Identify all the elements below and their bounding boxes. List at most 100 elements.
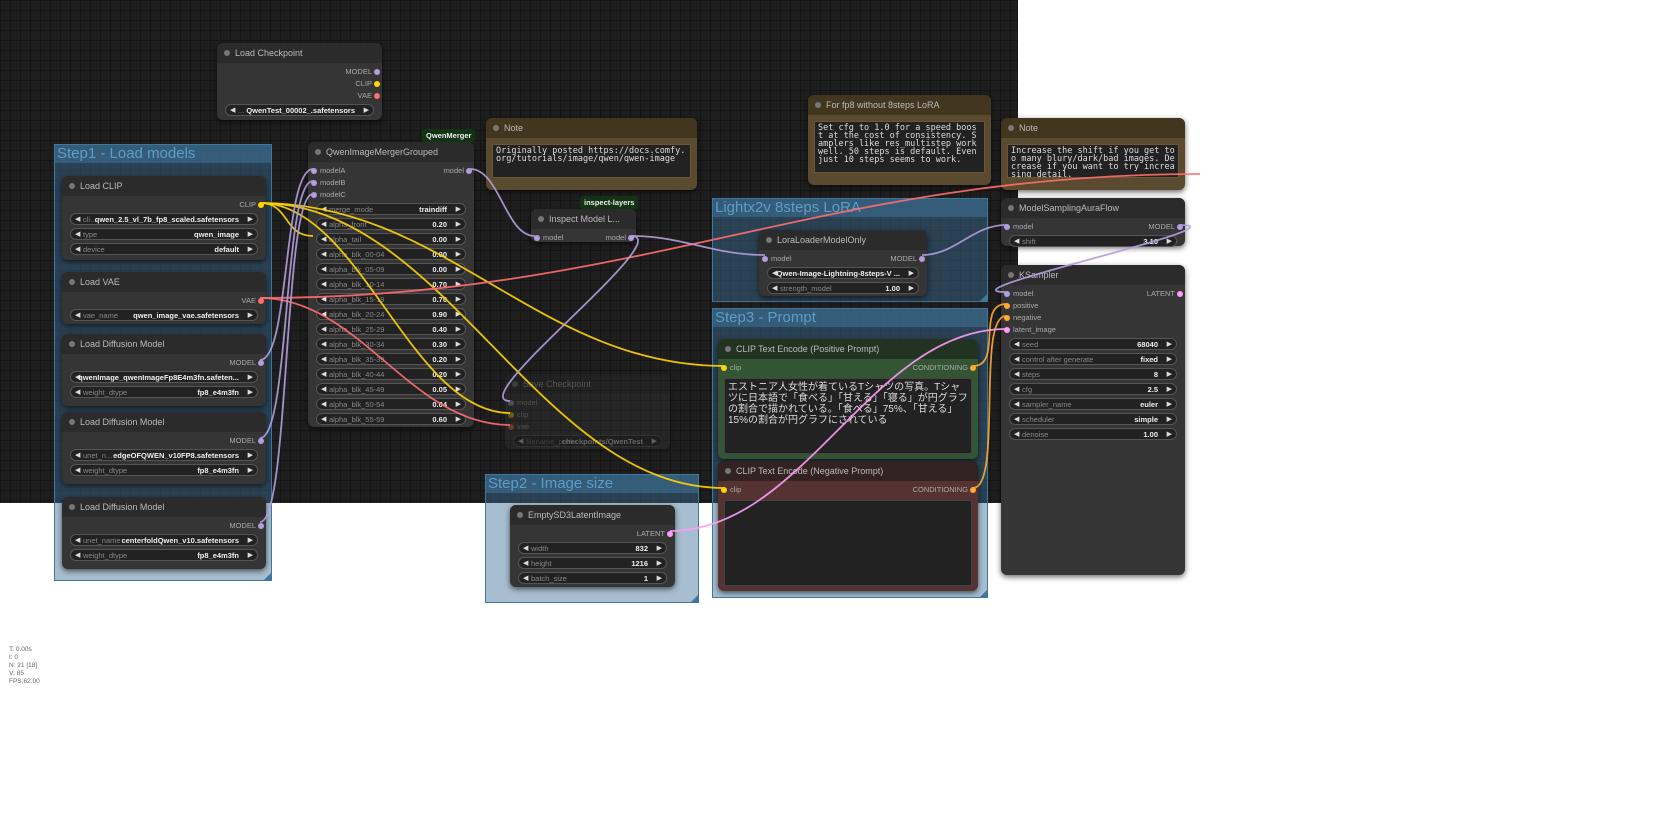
collapse-dot-icon[interactable]	[493, 125, 499, 131]
node-latent[interactable]: EmptySD3LatentImage LATENT ◀ width 832 ▶ ◀ heig…	[510, 505, 675, 587]
slot-dot-icon[interactable]	[374, 93, 380, 99]
widget-device[interactable]: ◀ device default ▶	[70, 243, 258, 255]
resize-handle[interactable]	[264, 573, 271, 580]
slot-dot-icon[interactable]	[1004, 303, 1010, 309]
widget-alpha-blk-30-34[interactable]: ◀ alpha_blk_30-34 0.30 ▶	[316, 338, 466, 350]
collapse-dot-icon[interactable]	[725, 468, 731, 474]
output-slot-LATENT[interactable]: LATENT	[1147, 288, 1183, 300]
arrow-right-icon[interactable]: ▶	[248, 244, 253, 254]
arrow-left-icon[interactable]: ◀	[75, 387, 80, 397]
slot-dot-icon[interactable]	[667, 531, 673, 537]
arrow-left-icon[interactable]: ◀	[321, 279, 326, 289]
arrow-left-icon[interactable]: ◀	[75, 310, 80, 320]
widget-filename-prefix[interactable]: ◀ filename_prefix checkpoints/QwenTest ▶	[513, 435, 662, 447]
arrow-left-icon[interactable]: ◀	[321, 339, 326, 349]
node-title[interactable]: Load Diffusion Model	[62, 334, 266, 354]
group-title[interactable]: Step2 - Image size	[486, 475, 698, 493]
arrow-right-icon[interactable]: ▶	[456, 354, 461, 364]
node-neg[interactable]: CLIP Text Encode (Negative Prompt) clip CO…	[718, 461, 978, 591]
slot-dot-icon[interactable]	[1004, 327, 1010, 333]
arrow-right-icon[interactable]: ▶	[1167, 384, 1172, 394]
node-note2[interactable]: Note Increase the shift if you get too ma…	[1001, 118, 1185, 190]
prompt-textarea[interactable]	[724, 500, 972, 586]
widget-merge-mode[interactable]: ◀ merge_mode traindiff ▶	[316, 203, 466, 215]
widget-cli-[interactable]: ◀ cli... qwen_2.5_vl_7b_fp8_scaled.safeten…	[70, 213, 258, 225]
slot-dot-icon[interactable]	[1004, 315, 1010, 321]
arrow-left-icon[interactable]: ◀	[75, 450, 80, 460]
slot-dot-icon[interactable]	[970, 487, 976, 493]
output-slot-CONDITIONING[interactable]: CONDITIONING	[913, 484, 976, 496]
arrow-right-icon[interactable]: ▶	[456, 369, 461, 379]
widget-alpha-blk-05-09[interactable]: ◀ alpha_blk_05-09 0.00 ▶	[316, 263, 466, 275]
arrow-right-icon[interactable]: ▶	[456, 399, 461, 409]
arrow-left-icon[interactable]: ◀	[321, 309, 326, 319]
collapse-dot-icon[interactable]	[517, 512, 523, 518]
arrow-left-icon[interactable]: ◀	[321, 384, 326, 394]
slot-dot-icon[interactable]	[534, 235, 540, 241]
arrow-left-icon[interactable]: ◀	[1014, 354, 1019, 364]
output-slot-CLIP[interactable]: CLIP	[239, 199, 264, 211]
node-inspect[interactable]: Inspect Model L... model model	[531, 209, 636, 242]
arrow-right-icon[interactable]: ▶	[248, 214, 253, 224]
node-lora[interactable]: LoraLoaderModelOnly model MODEL ◀ Qwen-Image…	[759, 230, 927, 296]
input-slot-clip[interactable]: clip	[721, 484, 741, 496]
resize-handle[interactable]	[691, 595, 698, 602]
node-title[interactable]: QwenImageMergerGrouped	[308, 142, 474, 162]
arrow-right-icon[interactable]: ▶	[1167, 399, 1172, 409]
arrow-left-icon[interactable]: ◀	[230, 105, 235, 115]
arrow-left-icon[interactable]: ◀	[1014, 369, 1019, 379]
widget-steps[interactable]: ◀ steps 8 ▶	[1009, 368, 1177, 380]
slot-dot-icon[interactable]	[374, 81, 380, 87]
arrow-right-icon[interactable]: ▶	[248, 550, 253, 560]
slot-dot-icon[interactable]	[1177, 224, 1183, 230]
arrow-right-icon[interactable]: ▶	[248, 465, 253, 475]
arrow-right-icon[interactable]: ▶	[248, 535, 253, 545]
output-slot-VAE[interactable]: VAE	[358, 90, 380, 102]
input-slot-vae[interactable]: vae	[508, 421, 529, 433]
widget-alpha-blk-20-24[interactable]: ◀ alpha_blk_20-24 0.90 ▶	[316, 308, 466, 320]
arrow-left-icon[interactable]: ◀	[321, 219, 326, 229]
output-slot-MODEL[interactable]: MODEL	[229, 520, 264, 532]
node-title[interactable]: Inspect Model L...	[531, 209, 636, 229]
slot-dot-icon[interactable]	[1004, 224, 1010, 230]
input-slot-model[interactable]: model	[508, 397, 537, 409]
widget-alpha-blk-00-04[interactable]: ◀ alpha_blk_00-04 0.00 ▶	[316, 248, 466, 260]
widget-unet-name[interactable]: ◀ unet_name centerfoldQwen_v10.safetensors…	[70, 534, 258, 546]
arrow-right-icon[interactable]: ▶	[909, 283, 914, 293]
widget-strength-model[interactable]: ◀ strength_model 1.00 ▶	[767, 282, 919, 294]
arrow-left-icon[interactable]: ◀	[321, 234, 326, 244]
widget-unet-n-[interactable]: ◀ unet_n... edgeOFQWEN_v10FP8.safetensors ▶	[70, 449, 258, 461]
arrow-right-icon[interactable]: ▶	[657, 573, 662, 583]
collapse-dot-icon[interactable]	[224, 50, 230, 56]
slot-dot-icon[interactable]	[258, 298, 264, 304]
widget-alpha-blk-55-59[interactable]: ◀ alpha_blk_55-59 0.60 ▶	[316, 413, 466, 425]
collapse-dot-icon[interactable]	[69, 419, 75, 425]
node-title[interactable]: Save Checkpoint	[505, 374, 670, 394]
arrow-left-icon[interactable]: ◀	[75, 550, 80, 560]
node-title[interactable]: CLIP Text Encode (Negative Prompt)	[718, 461, 978, 481]
input-slot-model[interactable]: model	[1004, 221, 1033, 233]
widget-alpha-blk-45-49[interactable]: ◀ alpha_blk_45-49 0.05 ▶	[316, 383, 466, 395]
widget-seed[interactable]: ◀ seed 68040 ▶	[1009, 338, 1177, 350]
collapse-dot-icon[interactable]	[69, 504, 75, 510]
arrow-left-icon[interactable]: ◀	[75, 535, 80, 545]
node-pos[interactable]: CLIP Text Encode (Positive Prompt) clip CO…	[718, 339, 978, 459]
arrow-right-icon[interactable]: ▶	[248, 310, 253, 320]
slot-dot-icon[interactable]	[258, 523, 264, 529]
output-slot-CLIP[interactable]: CLIP	[355, 78, 380, 90]
arrow-right-icon[interactable]: ▶	[1167, 236, 1172, 246]
widget-alpha-blk-10-14[interactable]: ◀ alpha_blk_10-14 0.70 ▶	[316, 278, 466, 290]
widget-batch-size[interactable]: ◀ batch_size 1 ▶	[518, 572, 667, 584]
arrow-left-icon[interactable]: ◀	[1014, 236, 1019, 246]
node-title[interactable]: Note	[1001, 118, 1185, 138]
node-ldm3[interactable]: Load Diffusion Model MODEL ◀ unet_name cente…	[62, 497, 266, 569]
collapse-dot-icon[interactable]	[1008, 125, 1014, 131]
widget-type[interactable]: ◀ type qwen_image ▶	[70, 228, 258, 240]
arrow-left-icon[interactable]: ◀	[518, 436, 523, 446]
arrow-right-icon[interactable]: ▶	[456, 219, 461, 229]
slot-dot-icon[interactable]	[311, 168, 317, 174]
slot-dot-icon[interactable]	[466, 168, 472, 174]
arrow-left-icon[interactable]: ◀	[75, 229, 80, 239]
collapse-dot-icon[interactable]	[538, 216, 544, 222]
input-slot-modelB[interactable]: modelB	[311, 177, 345, 189]
